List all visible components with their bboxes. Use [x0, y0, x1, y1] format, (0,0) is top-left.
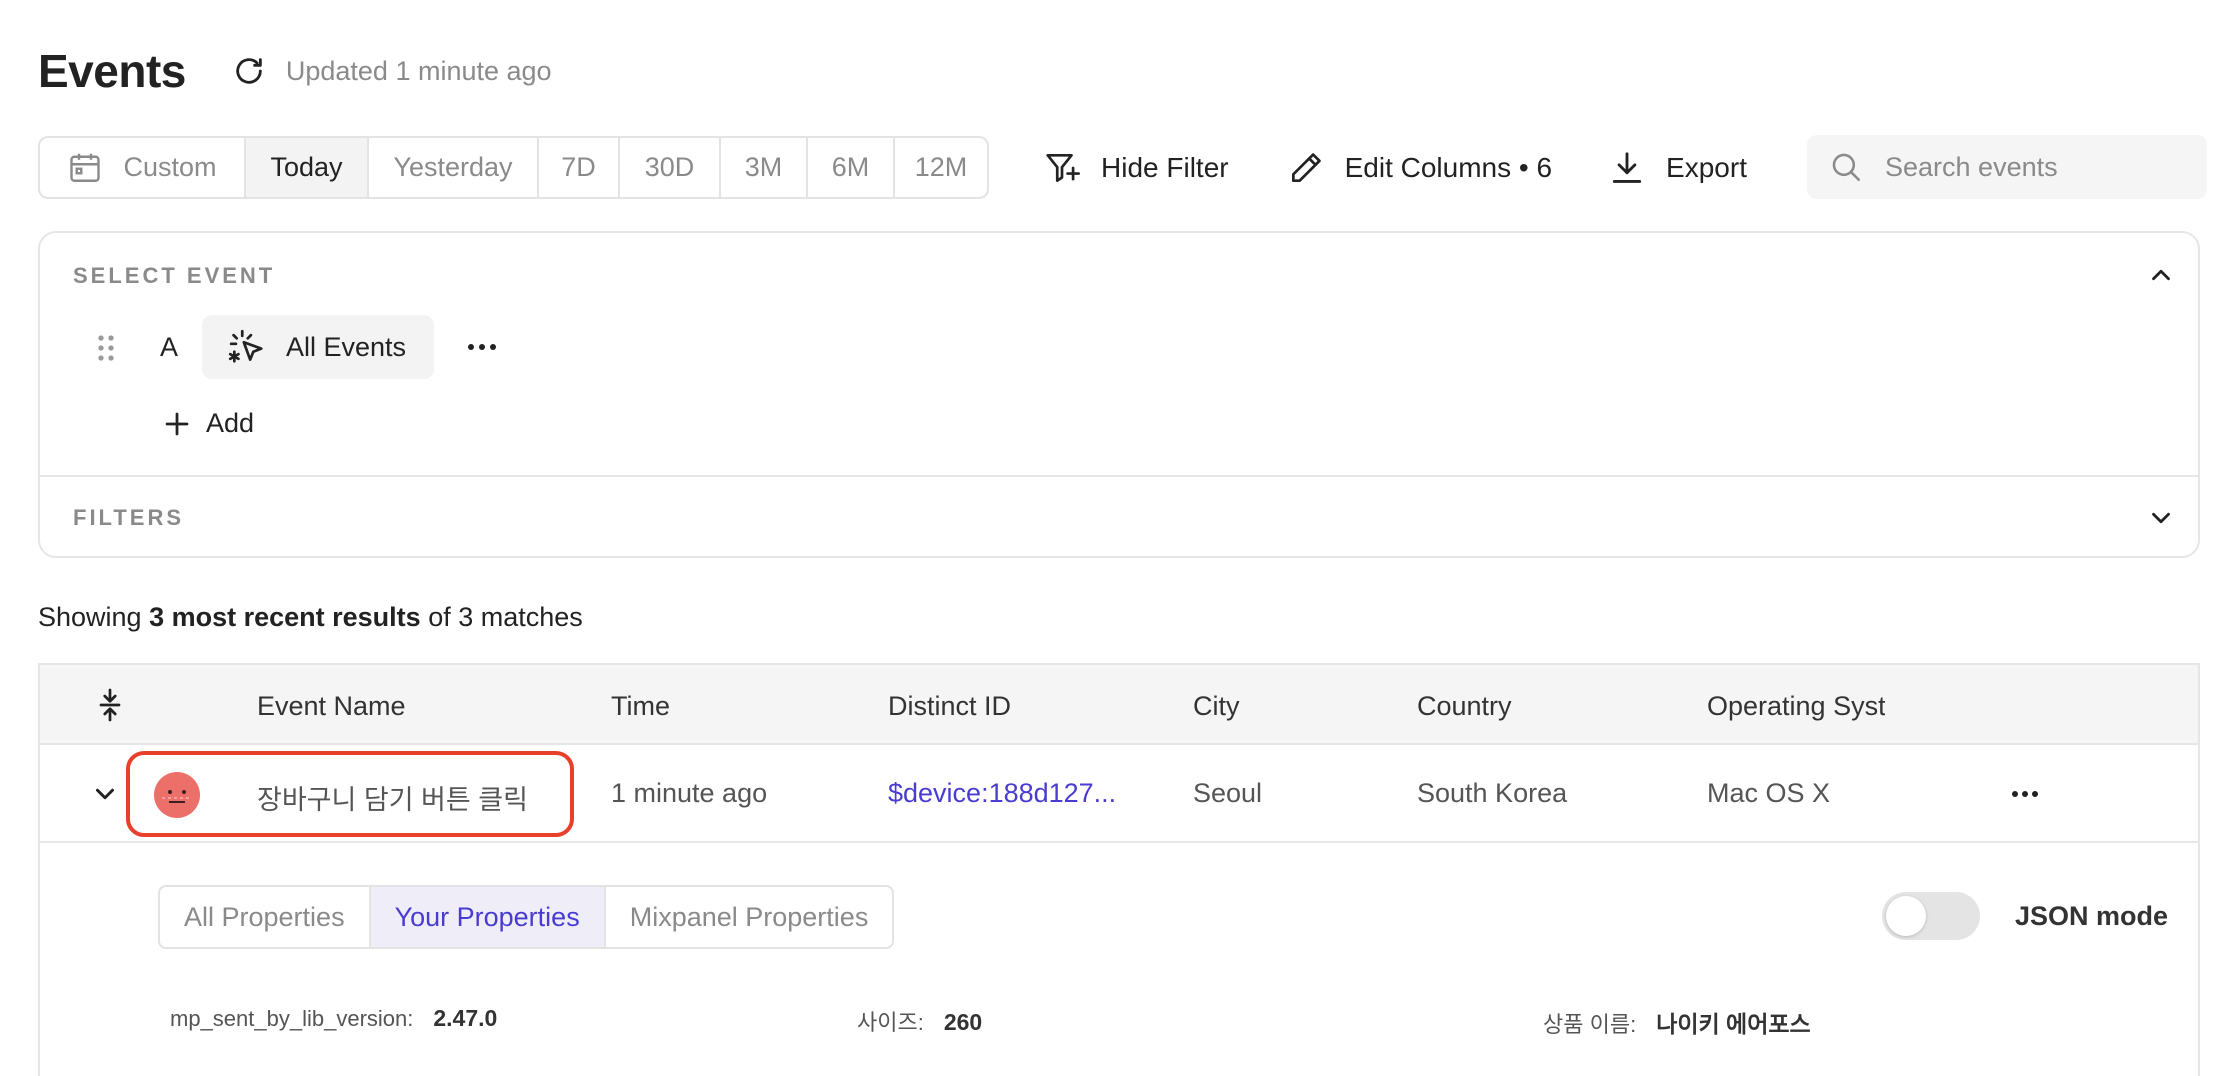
- collapse-all-icon[interactable]: [92, 687, 128, 723]
- cell-time: 1 minute ago: [611, 778, 768, 808]
- column-header-time[interactable]: Time: [611, 691, 670, 722]
- date-range-custom[interactable]: Custom: [40, 138, 246, 197]
- property-key: 사이즈:: [857, 1010, 924, 1035]
- search-icon: [1832, 153, 1861, 182]
- json-mode-toggle[interactable]: [1882, 892, 1980, 940]
- pencil-icon: [1291, 152, 1321, 182]
- select-event-label: SELECT EVENT: [73, 263, 276, 288]
- cell-operating-system: Mac OS X: [1707, 778, 1831, 808]
- chevron-down-icon[interactable]: [90, 779, 120, 809]
- date-range-today[interactable]: Today: [246, 138, 369, 197]
- search-box: [1807, 135, 2207, 199]
- date-range-selector: Custom Today Yesterday 7D 30D 3M 6M 12M: [38, 136, 989, 199]
- tab-your-properties[interactable]: Your Properties: [370, 887, 606, 947]
- date-range-12m[interactable]: 12M: [895, 138, 987, 197]
- hide-filter-button[interactable]: Hide Filter: [1043, 136, 1229, 199]
- date-range-30d[interactable]: 30D: [620, 138, 721, 197]
- chevron-up-icon[interactable]: [2146, 260, 2176, 290]
- property-value: 260: [943, 1009, 983, 1035]
- results-count: 3 most recent results: [149, 602, 421, 632]
- tab-all-properties[interactable]: All Properties: [160, 887, 371, 947]
- property-item: mp_sent_by_lib_version: 2.47.0: [170, 1005, 497, 1032]
- property-key: 상품 이름:: [1543, 1012, 1637, 1037]
- column-header-country[interactable]: Country: [1417, 691, 1512, 722]
- event-selector-label: All Events: [286, 331, 407, 362]
- date-range-3m[interactable]: 3M: [721, 138, 808, 197]
- export-label: Export: [1666, 151, 1747, 183]
- page-header: Events Updated 1 minute ago: [38, 38, 552, 104]
- edit-columns-label: Edit Columns • 6: [1344, 151, 1553, 183]
- cell-event-name: 장바구니 담기 버튼 클릭: [257, 785, 528, 815]
- property-value: 2.47.0: [433, 1005, 498, 1031]
- add-event-label: Add: [206, 408, 255, 438]
- calendar-icon: [70, 153, 101, 182]
- avatar: [154, 772, 200, 818]
- page-title: Events: [38, 45, 186, 97]
- events-table: Event Name Time Distinct ID City Country…: [38, 663, 2200, 1076]
- filters-label: FILTERS: [73, 505, 185, 530]
- download-icon: [1612, 151, 1642, 183]
- cell-city: Seoul: [1193, 778, 1263, 808]
- column-header-city[interactable]: City: [1193, 691, 1240, 722]
- hide-filter-label: Hide Filter: [1101, 151, 1229, 183]
- property-tabs: All Properties Your Properties Mixpanel …: [158, 885, 895, 949]
- date-range-yesterday[interactable]: Yesterday: [369, 138, 539, 197]
- filter-icon: [1046, 153, 1080, 182]
- column-header-operating-system[interactable]: Operating Syst: [1707, 691, 1885, 722]
- event-selector[interactable]: All Events: [202, 315, 434, 379]
- row-more-button[interactable]: [2008, 779, 2042, 809]
- toggle-knob: [1886, 896, 1926, 936]
- table-row[interactable]: 장바구니 담기 버튼 클릭 1 minute ago $device:188d1…: [40, 745, 2198, 843]
- results-suffix: of 3 matches: [420, 602, 583, 632]
- event-more-button[interactable]: [464, 333, 500, 361]
- export-button[interactable]: Export: [1608, 136, 1747, 199]
- drag-handle-icon[interactable]: [94, 333, 118, 363]
- refresh-icon[interactable]: [232, 54, 266, 88]
- more-horizontal-icon: [468, 344, 496, 350]
- tab-mixpanel-properties[interactable]: Mixpanel Properties: [606, 887, 893, 947]
- property-key: mp_sent_by_lib_version:: [170, 1006, 414, 1031]
- column-header-distinct-id[interactable]: Distinct ID: [888, 691, 1011, 722]
- property-item: 상품 이름: 나이키 에어포스: [1543, 1005, 1811, 1039]
- panel-divider: [40, 475, 2198, 477]
- toolbar: Custom Today Yesterday 7D 30D 3M 6M 12M …: [38, 136, 1747, 199]
- column-header-event-name[interactable]: Event Name: [257, 691, 406, 722]
- event-letter: A: [160, 332, 179, 362]
- chevron-down-icon[interactable]: [2146, 503, 2176, 533]
- edit-columns-button[interactable]: Edit Columns • 6: [1287, 136, 1552, 199]
- cursor-click-icon: [228, 329, 263, 363]
- avatar-face-icon: [162, 790, 192, 803]
- add-event-button[interactable]: Add: [162, 408, 254, 439]
- date-range-7d[interactable]: 7D: [539, 138, 620, 197]
- more-horizontal-icon: [2012, 791, 2038, 797]
- date-range-6m[interactable]: 6M: [808, 138, 895, 197]
- property-value: 나이키 에어포스: [1656, 1011, 1811, 1037]
- updated-timestamp: Updated 1 minute ago: [285, 55, 552, 86]
- results-summary: Showing 3 most recent results of 3 match…: [38, 602, 583, 633]
- results-prefix: Showing: [38, 602, 150, 632]
- table-header: Event Name Time Distinct ID City Country…: [40, 665, 2198, 745]
- cell-country: South Korea: [1417, 778, 1568, 808]
- query-panel: SELECT EVENT A All Events Add FILTERS: [38, 231, 2200, 558]
- plus-icon: [165, 412, 189, 435]
- search-input[interactable]: [1885, 151, 2205, 183]
- property-item: 사이즈: 260: [857, 1005, 982, 1037]
- date-range-label: Custom: [123, 152, 217, 182]
- json-mode-label: JSON mode: [2015, 901, 2169, 931]
- cell-distinct-id-link[interactable]: $device:188d127...: [888, 778, 1116, 809]
